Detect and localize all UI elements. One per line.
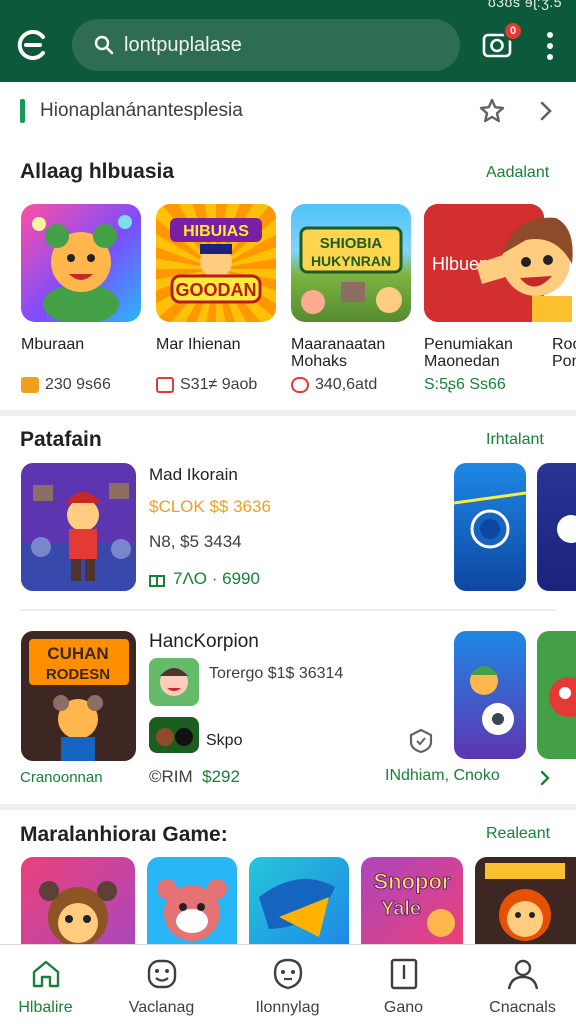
- section-title: Patafain: [20, 428, 102, 451]
- search-bar[interactable]: lontpuplalase: [72, 19, 460, 71]
- section-see-all-link[interactable]: Irhtalant: [486, 431, 544, 449]
- game-thumb[interactable]: [454, 463, 526, 591]
- game-detail: Skpo: [206, 732, 243, 749]
- game-detail: Torergo $1$ 36314: [209, 665, 344, 682]
- game-price: 230 9s66: [21, 376, 111, 394]
- notification-badge: 0: [503, 21, 523, 41]
- promo-text: Hionaplanánantesplesia: [40, 100, 243, 121]
- game-icon[interactable]: Snopor Yale: [361, 857, 463, 945]
- search-input[interactable]: lontpuplalase: [124, 34, 242, 57]
- coin-icon: [156, 377, 174, 393]
- section-see-all-link[interactable]: Aadalant: [486, 164, 549, 182]
- game-icon[interactable]: [21, 857, 135, 945]
- coin-icon: [21, 377, 39, 393]
- chevron-right-icon[interactable]: [539, 770, 551, 786]
- game-name: Penumiakan Maonedan: [424, 336, 513, 370]
- game-caption: Cranoonnan: [20, 769, 103, 786]
- svg-text:HIBUIAS: HIBUIAS: [183, 223, 249, 240]
- section-divider: [0, 410, 576, 416]
- games-icon: [147, 959, 176, 989]
- mini-game-icon: [149, 658, 199, 706]
- game-thumb[interactable]: [537, 631, 576, 759]
- nav-label: Ilonnylag: [255, 999, 320, 1016]
- game-card[interactable]: Mburaan 230 9s66: [21, 204, 141, 393]
- nav-label: Cnacnals: [489, 999, 556, 1016]
- game-name[interactable]: Mad Ikorain: [149, 465, 238, 485]
- status-bar: ʊ3ʊs ɘɭ:ʒ.5: [488, 0, 562, 10]
- promo-accent-bar: [20, 99, 25, 123]
- game-rating: 7ɅO · 6990: [149, 569, 260, 589]
- nav-label: Hlbalire: [18, 999, 73, 1016]
- game-price: S31≠ 9aob: [156, 376, 257, 394]
- svg-text:SHIOBIA: SHIOBIA: [320, 235, 383, 252]
- nav-label: Gano: [383, 999, 424, 1016]
- game-icon: HIBUIAS GOODAN: [156, 204, 276, 322]
- books-icon: [390, 958, 417, 990]
- game-thumb[interactable]: [537, 463, 576, 591]
- section-title: Maralanhioraı Game:: [20, 823, 228, 846]
- svg-text:Yale: Yale: [381, 898, 421, 920]
- svg-text:GOODAN: GOODAN: [176, 280, 257, 300]
- game-name[interactable]: HancKorpion: [149, 631, 259, 653]
- svg-text:Snopor: Snopor: [374, 869, 451, 894]
- store-logo-icon[interactable]: [16, 28, 50, 62]
- game-price: 340,6atd: [291, 376, 377, 394]
- svg-text:RODESN: RODESN: [46, 666, 110, 683]
- svg-text:CUHAN: CUHAN: [47, 644, 108, 663]
- game-name: Maaranaatan Mohaks: [291, 336, 386, 370]
- coin-icon: [291, 377, 309, 393]
- nav-item-apps[interactable]: Ilonnylag: [230, 945, 345, 1024]
- section-divider: [0, 804, 576, 810]
- more-vert-icon[interactable]: [540, 32, 560, 60]
- nav-item-games[interactable]: Vaclanag: [104, 945, 219, 1024]
- game-card[interactable]: SHIOBIA HUKYNRAN Maaranaatan Mohaks 340,6…: [291, 204, 411, 393]
- nav-label: Vaclanag: [128, 999, 195, 1016]
- game-icon: SHIOBIA HUKYNRAN: [291, 204, 411, 322]
- game-offer: $CLOK $$ 3636: [149, 497, 271, 516]
- profile-icon: [507, 959, 538, 990]
- game-detail: N8, $5 3434: [149, 532, 242, 551]
- home-icon: [32, 960, 59, 988]
- nav-item-home[interactable]: Hlbalire: [0, 945, 103, 1024]
- star-icon[interactable]: [478, 97, 506, 125]
- game-icon[interactable]: [21, 463, 136, 591]
- mini-game-icon: [149, 717, 199, 753]
- game-icon[interactable]: [147, 857, 237, 945]
- svg-text:HUKYNRAN: HUKYNRAN: [311, 253, 391, 269]
- game-name: Mar Ihienan: [156, 336, 241, 353]
- bottom-navigation: Hlbalire Vaclanag Ilonnylag Gano Cnacnal…: [0, 944, 576, 1024]
- shield-icon[interactable]: [408, 728, 434, 754]
- promo-row[interactable]: Hionaplanánantesplesia: [0, 82, 576, 140]
- see-more-link[interactable]: INdhiam, Cnoko: [385, 767, 500, 785]
- section-see-all-link[interactable]: Realeant: [486, 825, 550, 843]
- game-name: RooPon: [552, 336, 576, 370]
- game-icon[interactable]: CUHAN RODESN: [21, 631, 136, 761]
- game-icon[interactable]: [475, 857, 576, 945]
- status-text: ʊ3ʊs ɘɭ:ʒ.5: [487, 0, 562, 10]
- game-icon: [21, 204, 141, 322]
- apps-icon: [273, 958, 302, 990]
- top-app-bar: ʊ3ʊs ɘɭ:ʒ.5 lontpuplalase 0: [0, 0, 576, 82]
- game-price: S:5ʂ6 Ss66: [424, 376, 506, 393]
- game-card[interactable]: HIBUIAS GOODAN Mar Ihienan S31≠ 9aob: [156, 204, 276, 393]
- game-icon[interactable]: [249, 857, 349, 945]
- chevron-right-icon[interactable]: [536, 100, 556, 122]
- game-card[interactable]: RooPon: [552, 204, 576, 370]
- nav-item-profile[interactable]: Cnacnals: [465, 945, 576, 1024]
- section-title: Allaag hlbuasia: [20, 160, 175, 183]
- gift-icon: [149, 575, 165, 587]
- row-divider: [20, 609, 556, 611]
- game-price: ©RIM $292: [149, 767, 240, 786]
- search-icon: [94, 35, 114, 55]
- game-thumb[interactable]: [454, 631, 526, 759]
- game-name: Mburaan: [21, 336, 85, 353]
- nav-item-books[interactable]: Gano: [346, 945, 461, 1024]
